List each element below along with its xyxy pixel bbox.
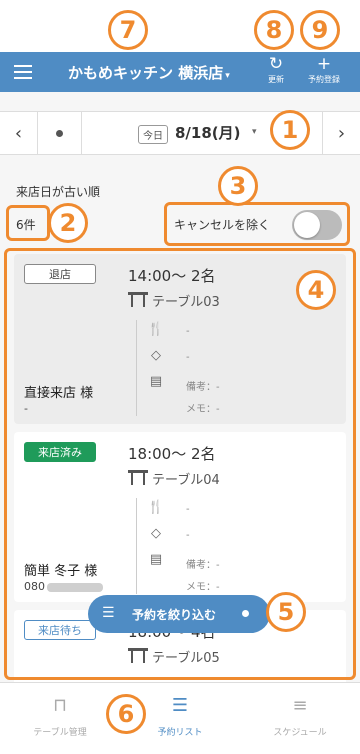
table-icon: ⊓	[52, 695, 68, 716]
exclude-cancel-label: キャンセルを除く	[174, 218, 271, 232]
plus-icon: +	[316, 54, 332, 74]
date-selector[interactable]: 8/18(月)	[175, 122, 241, 143]
tab-schedule[interactable]: ≡ スケジュール	[240, 683, 360, 743]
table-name: テーブル05	[152, 651, 220, 666]
sort-order-label[interactable]: 来店日が古い順	[16, 183, 100, 200]
clipboard-icon: ▤	[149, 374, 163, 389]
cutlery-icon: 🍴	[147, 322, 165, 337]
reservation-count: 6件	[16, 218, 36, 232]
reservation-card[interactable]: 退店 14:00〜 2名 テーブル03 🍴 - ◇ - ▤ 備考：- メモ：- …	[14, 254, 346, 424]
tag-icon: ◇	[151, 526, 161, 541]
refresh-button[interactable]: ↻ 更新	[254, 54, 298, 90]
filter-label: 予約を絞り込む	[132, 608, 217, 622]
course-value: -	[186, 326, 190, 337]
callout-4: 4	[296, 270, 336, 310]
status-badge: 退店	[24, 264, 96, 284]
callout-6: 6	[106, 694, 146, 734]
callout-7: 7	[108, 10, 148, 50]
tab-table-management[interactable]: ⊓ テーブル管理	[0, 683, 120, 743]
toggle-knob	[294, 212, 320, 238]
store-selector[interactable]: かもめキッチン 横浜店 ▾	[68, 62, 230, 83]
callout-3: 3	[218, 166, 258, 206]
callout-8: 8	[254, 10, 294, 50]
note-value: 備考：-	[186, 382, 220, 393]
callout-1: 1	[270, 110, 310, 150]
tag-value: -	[186, 352, 190, 363]
next-day-button[interactable]: ›	[322, 112, 360, 154]
refresh-label: 更新	[268, 75, 284, 84]
tab-label: テーブル管理	[33, 728, 87, 738]
guest-contact: -	[24, 402, 28, 415]
guest-name: 簡単 冬子 様	[24, 564, 98, 579]
tag-icon: ◇	[151, 348, 161, 363]
note-value: 備考：-	[186, 560, 220, 571]
divider	[136, 320, 137, 416]
callout-5: 5	[266, 592, 306, 632]
dot-icon	[56, 129, 63, 137]
tab-label: スケジュール	[273, 728, 327, 738]
callout-2: 2	[48, 203, 88, 243]
refresh-icon: ↻	[268, 54, 284, 74]
clipboard-icon: ▤	[149, 552, 163, 567]
reservation-time: 18:00〜 2名	[128, 445, 216, 463]
filter-indicator-dot	[242, 610, 249, 617]
schedule-icon: ≡	[292, 695, 308, 716]
store-name: かもめキッチン 横浜店	[68, 64, 224, 82]
memo-value: メモ：-	[186, 404, 220, 415]
guest-name: 直接来店 様	[24, 386, 94, 401]
blurred-phone	[47, 582, 103, 592]
add-reservation-label: 予約登録	[308, 75, 340, 84]
divider	[136, 498, 137, 594]
table-icon	[128, 292, 148, 308]
cutlery-icon: 🍴	[147, 500, 165, 515]
tag-value: -	[186, 530, 190, 541]
status-badge: 来店済み	[24, 442, 96, 462]
callout-9: 9	[300, 10, 340, 50]
reservation-time: 14:00〜 2名	[128, 267, 216, 285]
table-icon	[128, 470, 148, 486]
sliders-icon: ☰	[102, 605, 115, 621]
app-header: かもめキッチン 横浜店 ▾ ↻ 更新 + 予約登録	[0, 52, 360, 92]
guest-phone: 080	[24, 580, 103, 593]
memo-value: メモ：-	[186, 582, 220, 593]
phone-prefix: 080	[24, 580, 45, 593]
today-chip[interactable]: 今日	[138, 125, 168, 144]
bottom-tab-bar: ⊓ テーブル管理 ☰ 予約リスト ≡ スケジュール	[0, 682, 360, 754]
hamburger-menu-icon[interactable]	[14, 65, 32, 79]
table-name: テーブル04	[152, 473, 220, 488]
exclude-cancel-toggle[interactable]	[292, 210, 342, 240]
course-value: -	[186, 504, 190, 515]
chevron-down-icon: ▾	[225, 71, 230, 81]
today-dot-button[interactable]	[38, 112, 82, 154]
filter-reservations-button[interactable]: ☰ 予約を絞り込む	[88, 595, 270, 633]
status-badge: 来店待ち	[24, 620, 96, 640]
table-name: テーブル03	[152, 295, 220, 310]
reservation-card[interactable]: 来店済み 18:00〜 2名 テーブル04 🍴 - ◇ - ▤ 備考：- メモ：…	[14, 432, 346, 602]
prev-day-button[interactable]: ‹	[0, 112, 38, 154]
add-reservation-button[interactable]: + 予約登録	[302, 54, 346, 90]
chevron-down-icon: ▾	[252, 127, 257, 137]
table-icon	[128, 648, 148, 664]
